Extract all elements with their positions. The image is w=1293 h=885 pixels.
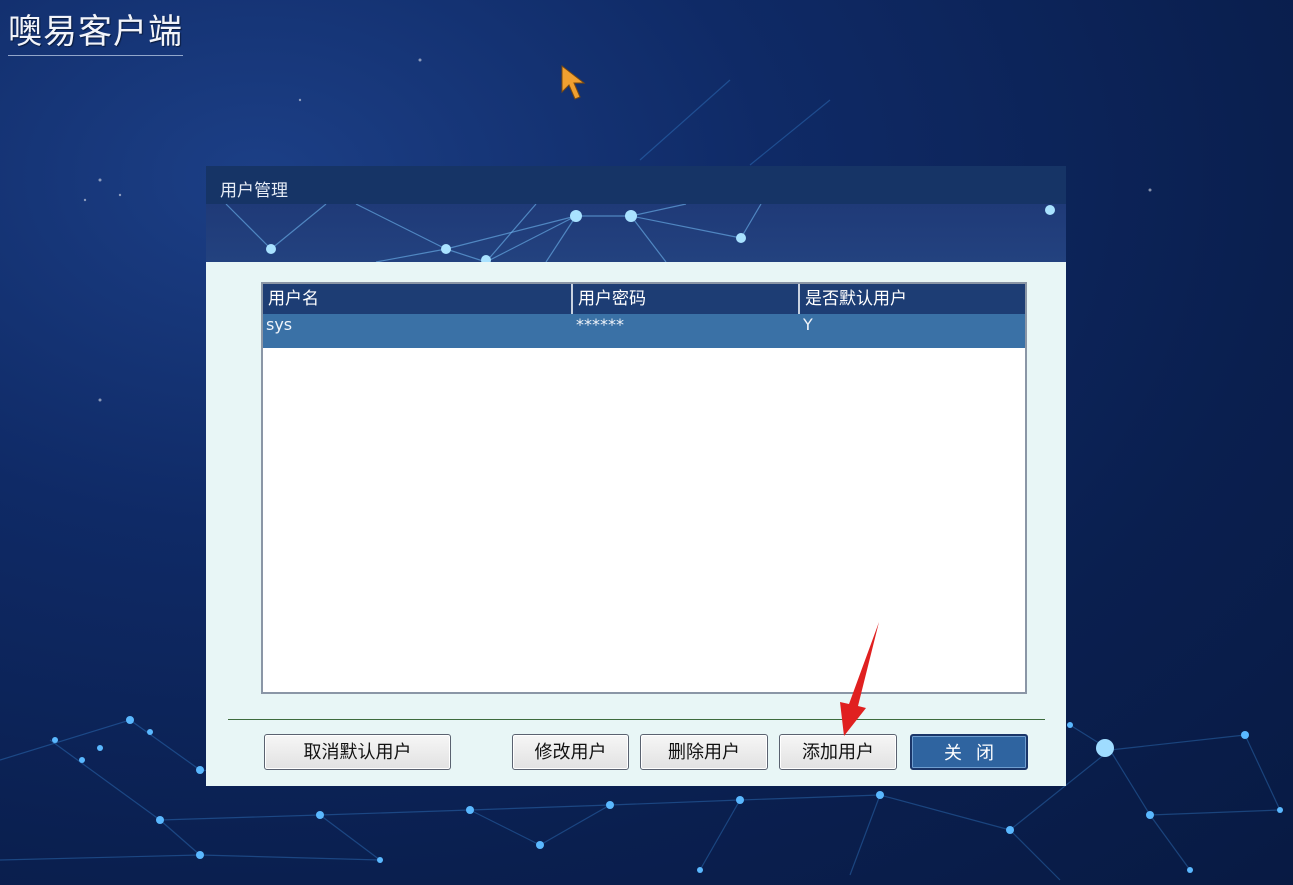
dialog-titlebar: 用户管理	[206, 166, 1066, 204]
red-arrow-annotation-icon	[840, 622, 879, 736]
dialog-banner	[206, 204, 1066, 262]
cell-default: Y	[803, 315, 813, 334]
button-divider	[228, 719, 1045, 720]
user-management-dialog: 用户管理 用户名 用户密码 是否默认用户 sys ****** Y 取消默认用户…	[206, 166, 1066, 786]
cell-username: sys	[266, 315, 293, 334]
table-row[interactable]: sys ****** Y	[263, 314, 1025, 348]
app-title: 噢易客户端	[8, 4, 183, 56]
user-table: 用户名 用户密码 是否默认用户 sys ****** Y	[261, 282, 1027, 694]
table-header: 用户名 用户密码 是否默认用户	[263, 284, 1025, 315]
close-button[interactable]: 关闭	[910, 734, 1028, 770]
cell-password: ******	[576, 315, 624, 334]
column-header-password[interactable]: 用户密码	[573, 284, 800, 314]
column-header-username[interactable]: 用户名	[263, 284, 573, 314]
delete-user-button[interactable]: 删除用户	[640, 734, 768, 770]
column-header-default[interactable]: 是否默认用户	[800, 284, 1025, 314]
edit-user-button[interactable]: 修改用户	[512, 734, 629, 770]
banner-network-graphic	[225, 204, 1055, 262]
dialog-title: 用户管理	[220, 181, 288, 201]
cancel-default-user-button[interactable]: 取消默认用户	[264, 734, 451, 770]
mouse-pointer-icon	[561, 64, 586, 100]
